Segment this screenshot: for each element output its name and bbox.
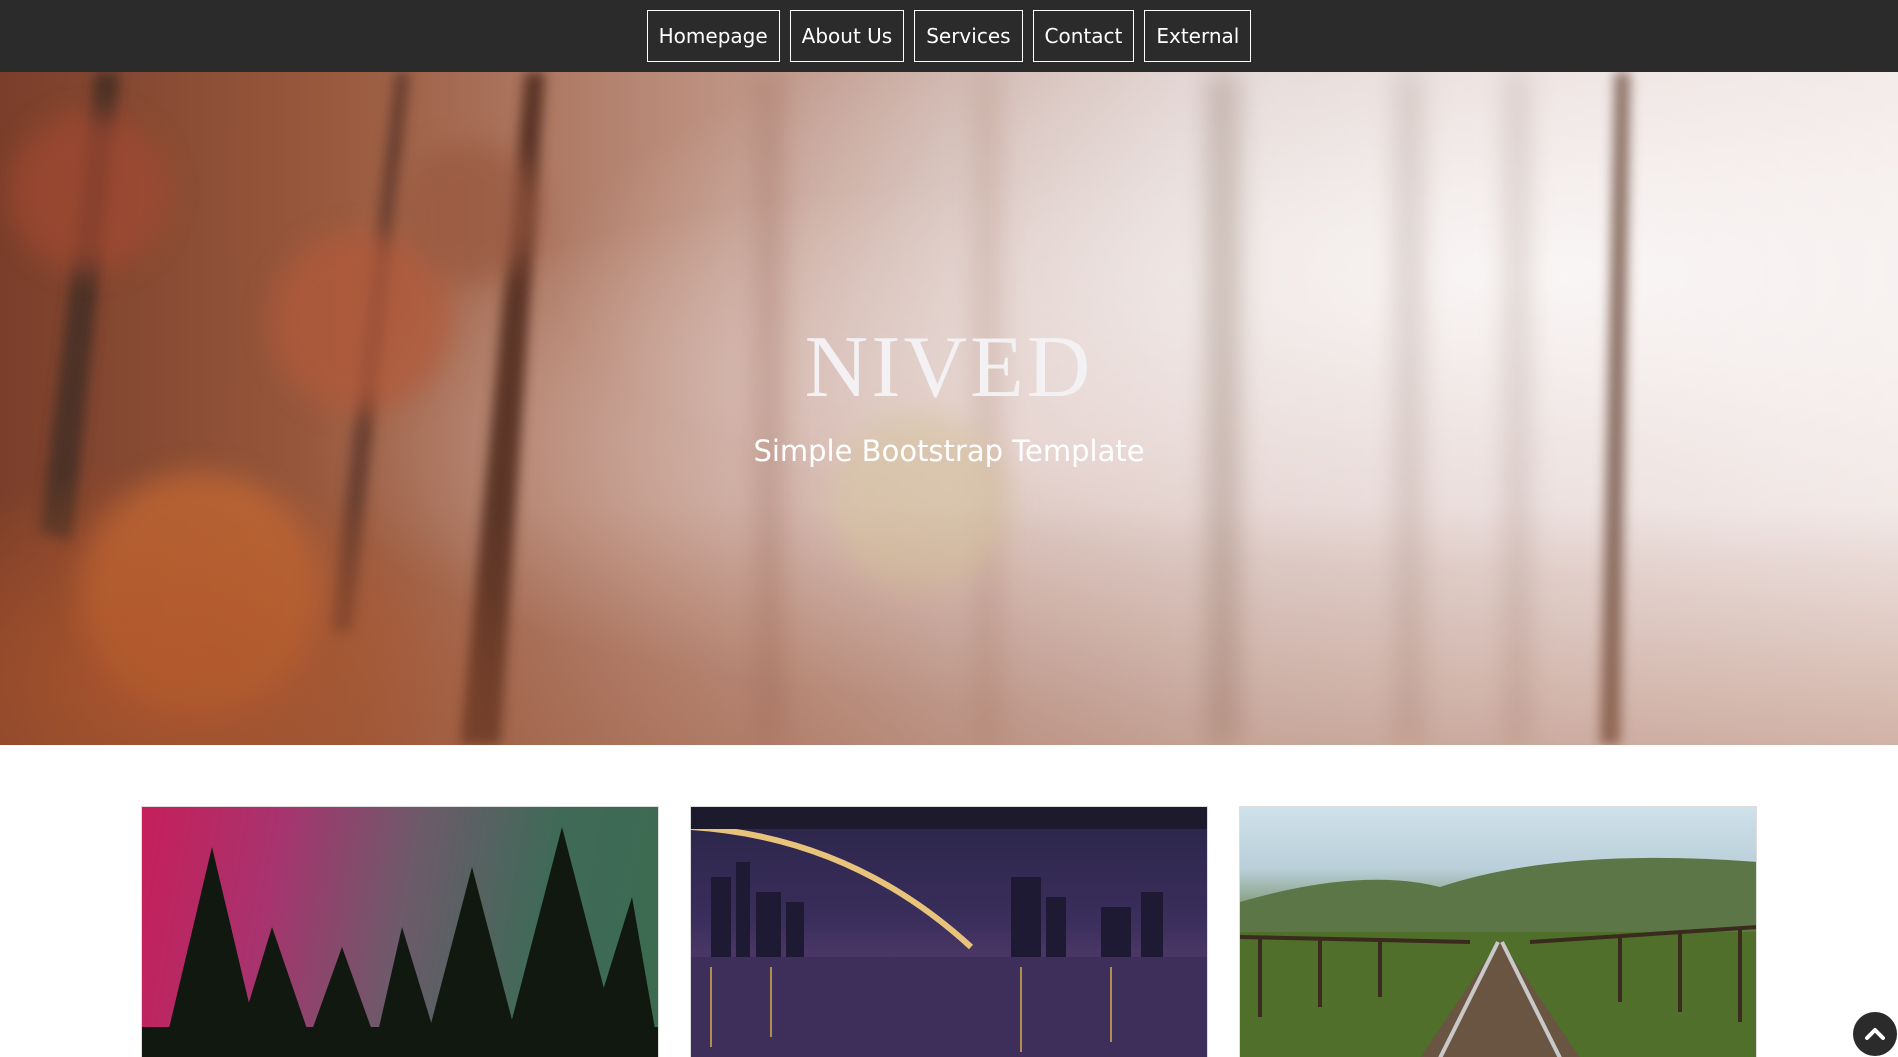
nav-services[interactable]: Services [914,10,1023,62]
hero-shade [0,505,1898,745]
card-aurora[interactable] [141,806,659,1057]
railway-bridge-image [1240,857,1756,1057]
nav-contact[interactable]: Contact [1032,10,1135,62]
top-navbar: Homepage About Us Services Contact Exter… [0,0,1898,72]
card-railway[interactable] [1239,806,1757,1057]
hero-subtitle: Simple Bootstrap Template [753,434,1145,468]
card-city-bridge[interactable] [690,806,1208,1057]
city-bridge-night-image [691,807,1207,1057]
hero-title: NIVED [804,319,1094,416]
nav-about-us[interactable]: About Us [789,10,905,62]
aurora-forest-image [142,827,658,1057]
scroll-to-top-button[interactable] [1853,1012,1897,1056]
hero-banner: NIVED Simple Bootstrap Template [0,72,1898,745]
nav-homepage[interactable]: Homepage [646,10,780,62]
nav-external[interactable]: External [1144,10,1252,62]
chevron-up-icon [1865,1028,1885,1040]
